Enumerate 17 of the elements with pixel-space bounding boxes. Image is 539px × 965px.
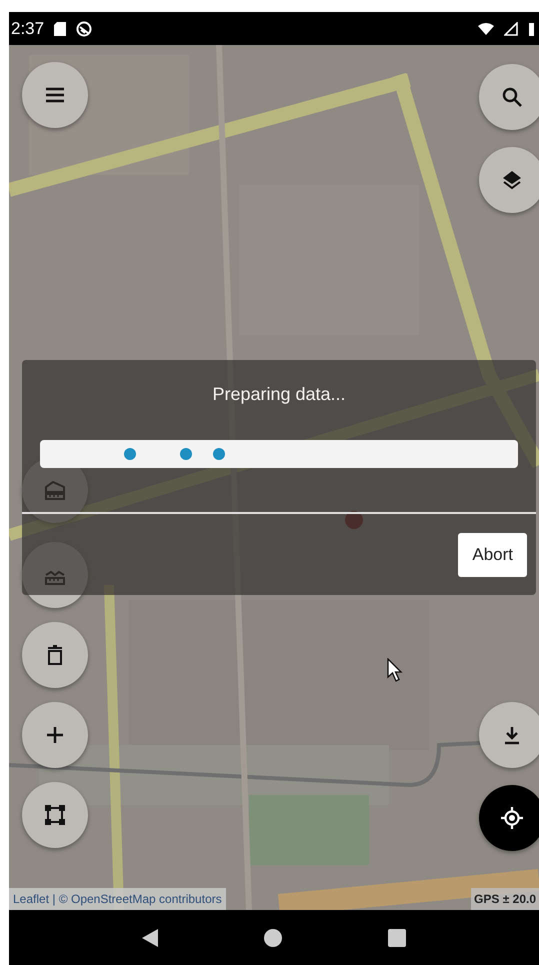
recents-icon[interactable]: [388, 928, 406, 946]
progress-message: Preparing data...: [212, 384, 346, 405]
battery-icon: [528, 22, 535, 36]
signal-icon: [504, 22, 518, 36]
circle-icon: [76, 20, 92, 36]
wifi-icon: [478, 22, 494, 34]
sd-card-icon: [54, 22, 66, 36]
home-icon[interactable]: [264, 928, 282, 946]
locate-icon: [500, 806, 524, 830]
abort-button[interactable]: Abort: [458, 533, 527, 577]
square-nodes-icon: [43, 803, 67, 827]
gps-accuracy: GPS ± 20.0: [471, 888, 539, 910]
mouse-cursor-icon: [387, 658, 403, 682]
map-attribution[interactable]: Leaflet | © OpenStreetMap contributors: [9, 888, 226, 910]
time: 2:37: [11, 18, 44, 38]
back-icon[interactable]: [142, 928, 158, 946]
search-icon: [500, 85, 524, 109]
